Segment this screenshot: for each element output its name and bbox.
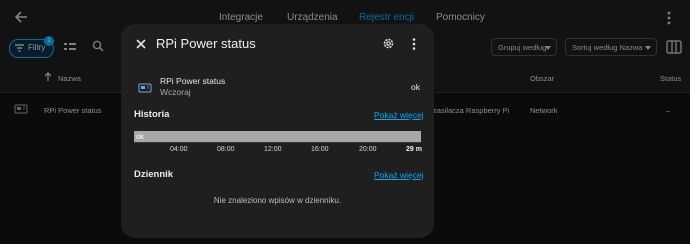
history-tick: 12:00 [264,146,282,153]
raspberry-pi-board-icon [138,83,152,93]
history-bar-label: ok [136,132,144,141]
history-tick: 29 m [406,146,422,153]
history-tick: 08:00 [217,146,235,153]
history-show-more-link[interactable]: Pokaż więcej [374,110,424,120]
more-options-icon[interactable] [411,37,417,51]
more-info-dialog: RPi Power status RPi Power status Wczora… [121,24,434,238]
history-tick: 04:00 [170,146,188,153]
close-icon[interactable] [135,38,147,50]
entity-name: RPi Power status [160,76,226,86]
entity-state: ok [411,82,420,92]
history-tick: 16:00 [311,146,329,153]
history-tick: 20:00 [359,146,377,153]
logbook-show-more-link[interactable]: Pokaż więcej [374,170,424,180]
logbook-empty-message: Nie znaleziono wpisów w dzienniku. [213,196,342,205]
dialog-title: RPi Power status [156,36,256,51]
logbook-heading: Dziennik [134,169,174,180]
history-state-bar[interactable]: ok [134,131,421,142]
gear-icon[interactable] [382,37,395,50]
history-axis-line [134,142,421,143]
entity-last-changed: Wczoraj [160,87,191,97]
history-heading: Historia [134,109,170,120]
